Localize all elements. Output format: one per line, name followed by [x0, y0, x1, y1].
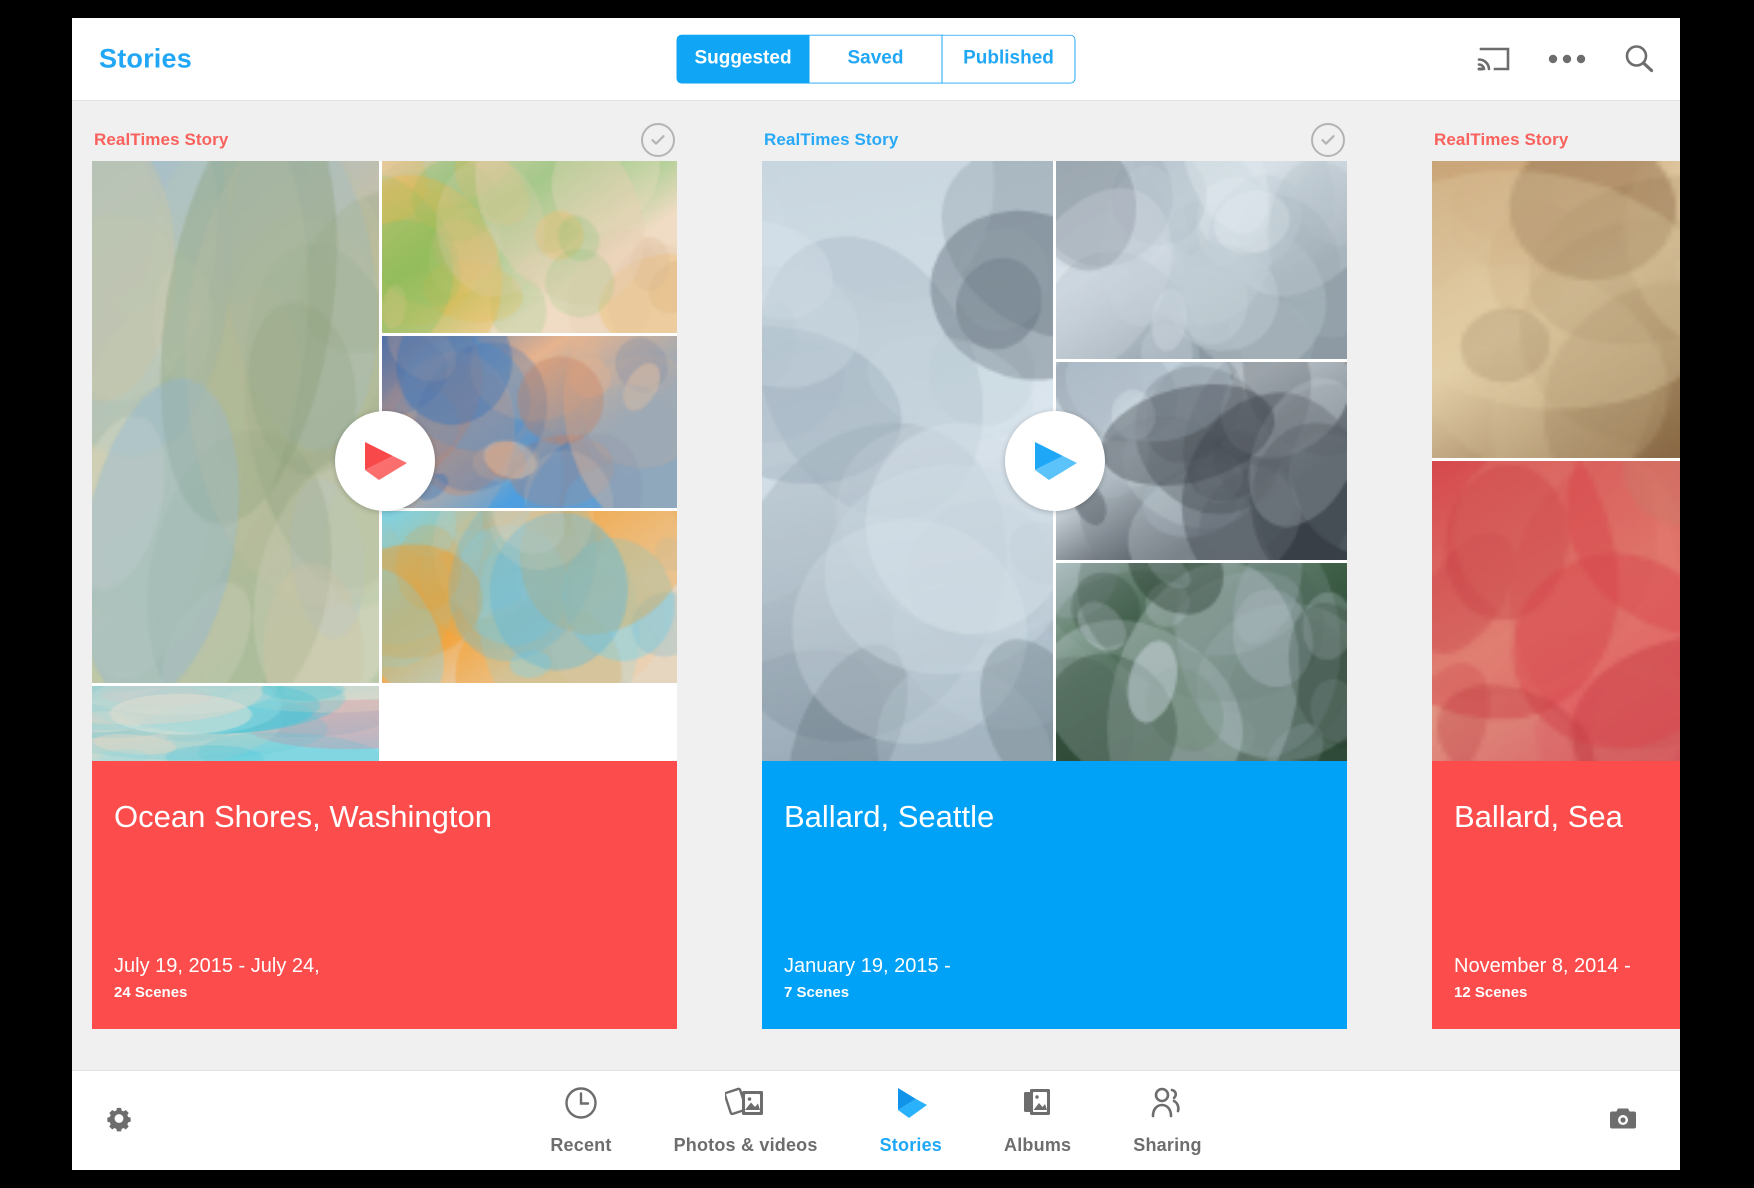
bottom-navigation-bar: Recent Photos & videos Stories Albums Sh… [72, 1070, 1680, 1170]
tab-published[interactable]: Published [942, 34, 1076, 84]
cast-icon[interactable] [1477, 45, 1511, 73]
photos-stack-icon [723, 1085, 767, 1126]
page-title: Stories [99, 43, 192, 74]
people-icon [1147, 1085, 1187, 1126]
kids-snorkels-floaties-photo [382, 511, 677, 684]
snowman-with-scarf-photo [1056, 161, 1347, 359]
nav-label-albums: Albums [1004, 1135, 1072, 1155]
beach-houses-dunes-photo [92, 161, 379, 684]
top-app-bar: Stories Suggested Saved Published [72, 18, 1680, 101]
story-photo-mosaic [762, 161, 1347, 761]
bottom-nav-items: Recent Photos & videos Stories Albums Sh… [550, 1085, 1201, 1156]
nav-item-albums[interactable]: Albums [1004, 1085, 1071, 1156]
story-header: RealTimes Story [92, 101, 677, 161]
story-header: RealTimes Story [1432, 101, 1680, 161]
nav-label-sharing: Sharing [1133, 1135, 1202, 1155]
nav-label-photos-videos: Photos & videos [673, 1135, 818, 1155]
nav-item-recent[interactable]: Recent [550, 1085, 611, 1156]
girl-building-sandcastle-photo [92, 686, 379, 761]
story-meta: July 19, 2015 - July 24, 24 Scenes [114, 955, 320, 1001]
play-story-button[interactable] [1004, 411, 1105, 511]
nav-label-stories: Stories [879, 1135, 943, 1155]
story-photo-mosaic [1432, 161, 1680, 761]
tab-saved[interactable]: Saved [809, 34, 943, 84]
story-header: RealTimes Story [762, 101, 1347, 161]
story-scene-count: 24 Scenes [114, 984, 188, 1001]
story-caption: Ballard, Seattle January 19, 2015 - 7 Sc… [762, 761, 1347, 1029]
search-icon[interactable] [1623, 43, 1655, 75]
story-photo-mosaic [92, 161, 677, 761]
camera-icon[interactable] [1608, 1105, 1638, 1136]
mother-child-winter-hats-photo [1432, 461, 1680, 761]
story-select-check-icon[interactable] [1311, 123, 1345, 157]
story-meta: November 8, 2014 - 12 Scenes [1454, 955, 1631, 1001]
story-date-range: November 8, 2014 - [1454, 955, 1631, 977]
story-card-body[interactable]: Ocean Shores, Washington July 19, 2015 -… [92, 161, 677, 1029]
sand-toys-bucket-shovel-photo [382, 161, 677, 334]
story-scene-count: 12 Scenes [1454, 984, 1528, 1001]
story-card-body[interactable]: Ballard, Sea November 8, 2014 - 12 Scene… [1432, 161, 1680, 1029]
story-caption: Ballard, Sea November 8, 2014 - 12 Scene… [1432, 761, 1680, 1029]
app-bar-actions [1477, 43, 1655, 75]
story-date-range: July 19, 2015 - July 24, [114, 955, 320, 977]
story-card-ocean-shores[interactable]: RealTimes Story Ocean Shores, Washington… [92, 101, 677, 1029]
stories-scroll-area[interactable]: RealTimes Story Ocean Shores, Washington… [72, 101, 1680, 1070]
nav-label-recent: Recent [550, 1135, 612, 1155]
tab-suggested[interactable]: Suggested [676, 34, 810, 84]
story-select-check-icon[interactable] [641, 123, 675, 157]
story-date-range: January 19, 2015 - [784, 955, 951, 977]
overflow-menu-icon[interactable] [1547, 53, 1587, 65]
story-title: Ballard, Sea [1454, 799, 1623, 834]
stories-filter-tabs: Suggested Saved Published [676, 34, 1076, 84]
story-kind-label: RealTimes Story [1434, 130, 1569, 149]
realtimes-play-icon [890, 1085, 932, 1126]
stories-strip: RealTimes Story Ocean Shores, Washington… [72, 101, 1680, 1029]
story-card-ballard-nov[interactable]: RealTimes Story Ballard, Sea November 8,… [1432, 101, 1680, 1029]
app-window: Stories Suggested Saved Published RealTi… [72, 18, 1680, 1170]
story-scene-count: 7 Scenes [784, 984, 850, 1001]
nav-item-stories[interactable]: Stories [880, 1085, 942, 1156]
story-kind-label: RealTimes Story [764, 130, 899, 149]
story-kind-label: RealTimes Story [94, 130, 229, 149]
nav-item-photos-videos[interactable]: Photos & videos [674, 1085, 818, 1156]
story-card-body[interactable]: Ballard, Seattle January 19, 2015 - 7 Sc… [762, 161, 1347, 1029]
story-title: Ballard, Seattle [784, 799, 995, 834]
family-thanksgiving-dinner-photo [1432, 161, 1680, 458]
settings-gear-icon[interactable] [104, 1103, 134, 1138]
play-story-button[interactable] [334, 411, 435, 511]
story-photo-subcolumn [382, 161, 677, 684]
story-title: Ocean Shores, Washington [114, 799, 492, 834]
child-by-pine-tree-snow-photo [1056, 563, 1347, 761]
nav-item-sharing[interactable]: Sharing [1133, 1085, 1201, 1156]
story-card-ballard-seattle[interactable]: RealTimes Story Ballard, Seattle January… [762, 101, 1347, 1029]
albums-icon [1018, 1085, 1058, 1126]
story-caption: Ocean Shores, Washington July 19, 2015 -… [92, 761, 677, 1029]
story-meta: January 19, 2015 - 7 Scenes [784, 955, 951, 1001]
clock-icon [563, 1085, 599, 1126]
